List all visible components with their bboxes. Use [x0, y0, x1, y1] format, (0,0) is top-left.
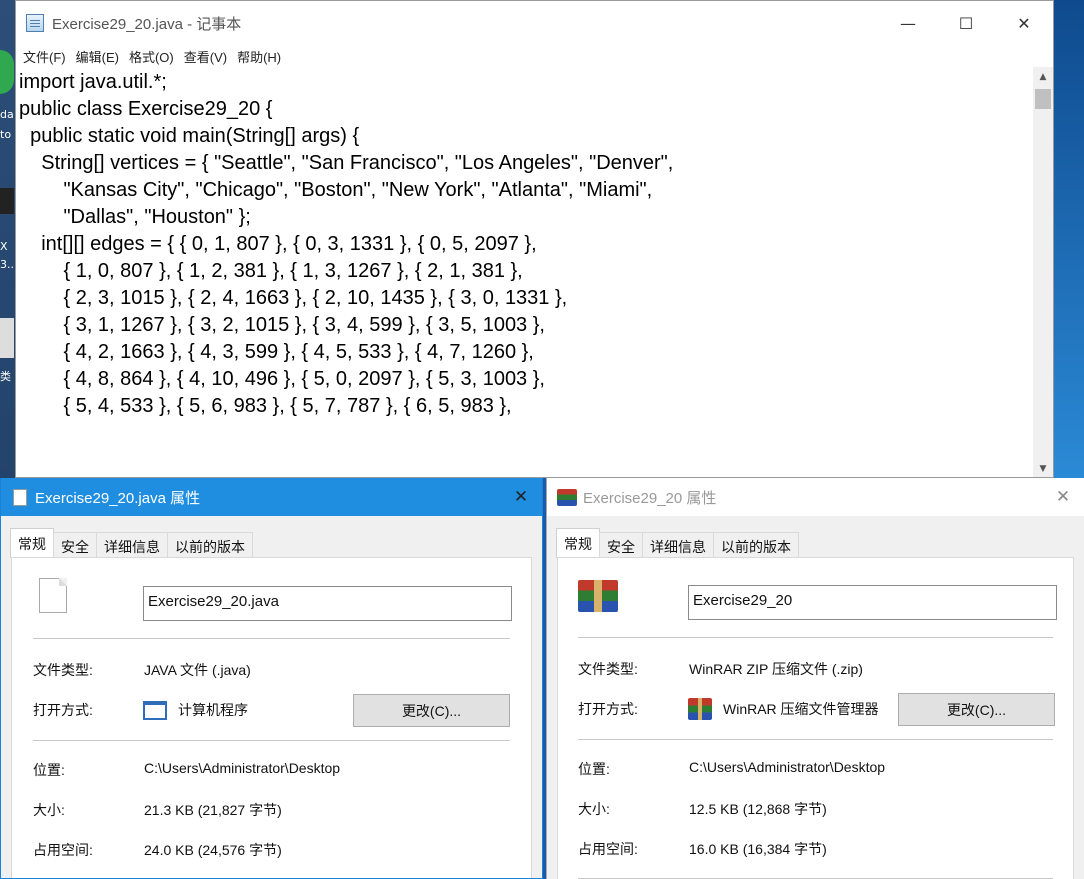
code-line: String[] vertices = { "Seattle", "San Fr…: [19, 152, 674, 174]
divider: [578, 739, 1053, 740]
desktop-right-strip: [1054, 0, 1084, 480]
code-line: { 4, 8, 864 }, { 4, 10, 496 }, { 5, 0, 2…: [19, 368, 545, 390]
dialog-body: 常规 安全 详细信息 以前的版本 Exercise29_20 文件类型: Win…: [547, 516, 1084, 879]
menu-help[interactable]: 帮助(H): [232, 47, 286, 66]
size-label: 大小:: [578, 801, 610, 817]
tab-strip: 常规 安全 详细信息 以前的版本: [10, 528, 253, 558]
desktop-icon-label: to: [0, 128, 12, 141]
file-type-value: WinRAR ZIP 压缩文件 (.zip): [689, 661, 863, 677]
desktop-icon-label: 类: [0, 370, 11, 383]
disk-usage-value: 16.0 KB (16,384 字节): [689, 841, 827, 857]
winrar-archive-icon: [578, 580, 618, 612]
vertical-scrollbar[interactable]: ▲ ▼: [1033, 67, 1053, 477]
location-label: 位置:: [33, 762, 65, 778]
menu-format[interactable]: 格式(O): [124, 47, 179, 66]
filename-input[interactable]: Exercise29_20: [688, 585, 1057, 620]
tab-details[interactable]: 详细信息: [96, 532, 168, 558]
winrar-icon: [688, 698, 712, 720]
menu-view[interactable]: 查看(V): [179, 47, 232, 66]
code-line: "Dallas", "Houston" };: [19, 206, 251, 228]
close-button[interactable]: ✕: [1050, 484, 1076, 510]
location-value: C:\Users\Administrator\Desktop: [689, 759, 886, 775]
desktop-icon-shape[interactable]: [0, 318, 14, 358]
dialog-title: Exercise29_20.java 属性: [35, 489, 201, 507]
size-value: 12.5 KB (12,868 字节): [689, 801, 827, 817]
tab-strip: 常规 安全 详细信息 以前的版本: [556, 528, 799, 558]
code-line: public class Exercise29_20 {: [19, 98, 273, 120]
scroll-thumb[interactable]: [1035, 89, 1051, 109]
tab-general[interactable]: 常规: [556, 528, 600, 558]
code-line: public static void main(String[] args) {: [19, 125, 360, 147]
change-button[interactable]: 更改(C)...: [353, 694, 510, 727]
divider: [33, 740, 510, 741]
desktop-icon-green[interactable]: [0, 50, 14, 94]
scroll-up-arrow-icon[interactable]: ▲: [1033, 67, 1053, 87]
scroll-down-arrow-icon[interactable]: ▼: [1033, 459, 1053, 477]
notepad-window: Exercise29_20.java - 记事本 — ☐ ✕ 文件(F) 编辑(…: [15, 0, 1054, 478]
notepad-title: Exercise29_20.java - 记事本: [52, 15, 242, 33]
change-button[interactable]: 更改(C)...: [898, 693, 1055, 726]
tab-security[interactable]: 安全: [599, 532, 643, 558]
code-line: import java.util.*;: [19, 71, 167, 93]
file-type-label: 文件类型:: [578, 661, 638, 677]
program-icon: [143, 701, 167, 720]
desktop-icon-label: da: [0, 108, 14, 121]
close-button[interactable]: ✕: [995, 1, 1053, 45]
code-line: { 2, 3, 1015 }, { 2, 4, 1663 }, { 2, 10,…: [19, 287, 568, 309]
dialog-titlebar[interactable]: Exercise29_20.java 属性 ✕: [1, 478, 542, 516]
code-line: { 3, 1, 1267 }, { 3, 2, 1015 }, { 3, 4, …: [19, 314, 545, 336]
size-label: 大小:: [33, 802, 65, 818]
divider: [578, 637, 1053, 638]
divider: [33, 638, 510, 639]
open-with-value: 计算机程序: [178, 702, 248, 718]
menubar: 文件(F) 编辑(E) 格式(O) 查看(V) 帮助(H): [16, 45, 1053, 67]
file-type-value: JAVA 文件 (.java): [144, 662, 251, 678]
code-line: { 5, 4, 533 }, { 5, 6, 983 }, { 5, 7, 78…: [19, 395, 512, 417]
disk-usage-label: 占用空间:: [33, 842, 93, 858]
minimize-button[interactable]: —: [879, 1, 937, 45]
desktop-icon-label: 3...: [0, 258, 14, 271]
tab-previous-versions[interactable]: 以前的版本: [713, 532, 799, 558]
maximize-button[interactable]: ☐: [937, 1, 995, 45]
disk-usage-value: 24.0 KB (24,576 字节): [144, 842, 282, 858]
code-line: { 1, 0, 807 }, { 1, 2, 381 }, { 1, 3, 12…: [19, 260, 523, 282]
desktop-icon-label: X: [0, 240, 8, 253]
dialog-title: Exercise29_20 属性: [583, 489, 717, 507]
text-editor-area[interactable]: import java.util.*; public class Exercis…: [16, 67, 1034, 477]
window-controls: — ☐ ✕: [879, 1, 1053, 45]
file-document-icon: [39, 578, 67, 613]
winrar-icon: [557, 488, 577, 506]
document-icon: [13, 488, 27, 506]
tab-details[interactable]: 详细信息: [642, 532, 714, 558]
location-value: C:\Users\Administrator\Desktop: [144, 760, 341, 776]
filename-input[interactable]: Exercise29_20.java: [143, 586, 512, 621]
dialog-titlebar[interactable]: Exercise29_20 属性 ✕: [547, 478, 1084, 516]
close-button[interactable]: ✕: [508, 484, 534, 510]
open-with-value: WinRAR 压缩文件管理器: [723, 701, 879, 717]
notepad-icon: [26, 14, 44, 32]
tab-general[interactable]: 常规: [10, 528, 54, 558]
notepad-titlebar[interactable]: Exercise29_20.java - 记事本 — ☐ ✕: [16, 1, 1053, 45]
location-label: 位置:: [578, 761, 610, 777]
open-with-label: 打开方式:: [33, 702, 93, 718]
code-line: "Kansas City", "Chicago", "Boston", "New…: [19, 179, 653, 201]
code-line: { 4, 2, 1663 }, { 4, 3, 599 }, { 4, 5, 5…: [19, 341, 534, 363]
file-type-label: 文件类型:: [33, 662, 93, 678]
size-value: 21.3 KB (21,827 字节): [144, 802, 282, 818]
disk-usage-label: 占用空间:: [578, 841, 638, 857]
dialog-body: 常规 安全 详细信息 以前的版本 Exercise29_20.java 文件类型…: [1, 516, 542, 878]
code-line: int[][] edges = { { 0, 1, 807 }, { 0, 3,…: [19, 233, 537, 255]
properties-dialog-java: Exercise29_20.java 属性 ✕ 常规 安全 详细信息 以前的版本…: [0, 478, 543, 879]
open-with-label: 打开方式:: [578, 701, 638, 717]
tab-security[interactable]: 安全: [53, 532, 97, 558]
menu-edit[interactable]: 编辑(E): [71, 47, 124, 66]
menu-file[interactable]: 文件(F): [18, 47, 71, 66]
general-panel: Exercise29_20 文件类型: WinRAR ZIP 压缩文件 (.zi…: [557, 557, 1074, 879]
properties-dialog-zip: Exercise29_20 属性 ✕ 常规 安全 详细信息 以前的版本 Exer…: [546, 478, 1084, 879]
desktop-icon-shape[interactable]: [0, 188, 14, 214]
tab-previous-versions[interactable]: 以前的版本: [167, 532, 253, 558]
general-panel: Exercise29_20.java 文件类型: JAVA 文件 (.java)…: [11, 557, 532, 878]
